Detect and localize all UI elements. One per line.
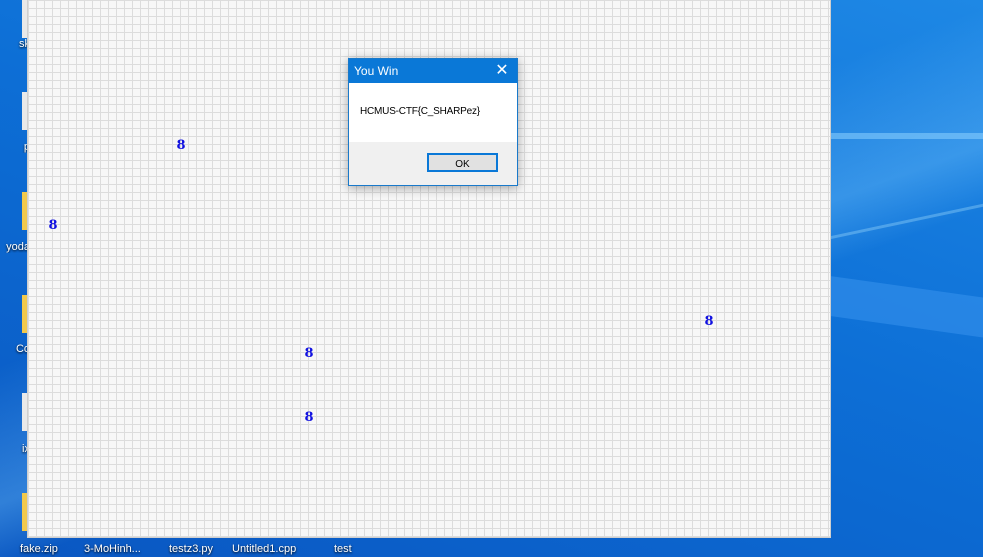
ok-button[interactable]: OK (427, 153, 498, 172)
dialog-titlebar[interactable]: You Win ✕ (349, 59, 517, 83)
taskbar-item[interactable]: fake.zip (20, 543, 58, 555)
desktop: sk p yoda Co ix fake.zip 3-MoHinh... tes… (0, 0, 983, 557)
taskbar-item[interactable]: test (334, 543, 352, 555)
wallpaper-light-beam (830, 193, 983, 240)
board-number[interactable]: 8 (174, 139, 188, 153)
close-icon[interactable]: ✕ (487, 59, 517, 83)
desktop-icon-label: p (23, 141, 30, 153)
taskbar-item[interactable]: testz3.py (169, 543, 213, 555)
dialog-message: HCMUS-CTF{C_SHARPez} (360, 106, 480, 117)
desktop-icon-label: yoda (6, 241, 30, 253)
desktop-icon-label: ix (22, 443, 30, 455)
board-number[interactable]: 8 (46, 219, 60, 233)
desktop-icon-label: Co (15, 343, 30, 355)
taskbar-item[interactable]: 3-MoHinh... (84, 543, 141, 555)
board-number[interactable]: 8 (302, 411, 316, 425)
dialog-title: You Win (354, 64, 399, 78)
desktop-icon-label: sk (19, 38, 30, 50)
wallpaper-light-beam (830, 275, 983, 345)
you-win-dialog: You Win ✕ HCMUS-CTF{C_SHARPez} OK (348, 58, 518, 186)
wallpaper-light-beam (830, 133, 983, 139)
dialog-body: HCMUS-CTF{C_SHARPez} (349, 83, 517, 142)
taskbar-item[interactable]: Untitled1.cpp (232, 543, 296, 555)
board-number[interactable]: 8 (302, 347, 316, 361)
board-number[interactable]: 8 (702, 315, 716, 329)
